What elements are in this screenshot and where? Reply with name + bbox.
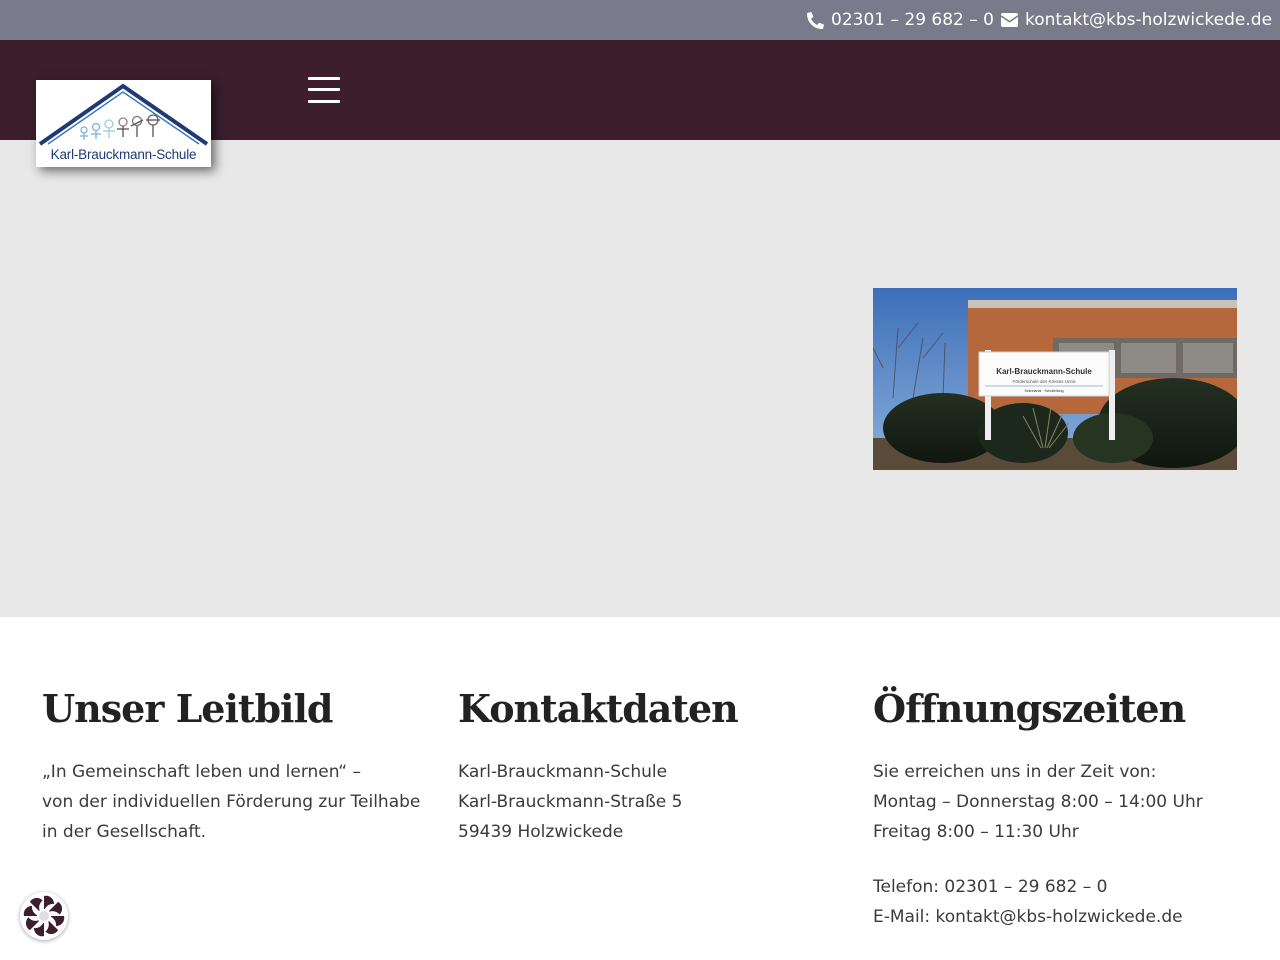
zeiten-email: E-Mail: kontakt@kbs-holzwickede.de [873, 907, 1183, 927]
leitbild-line: von der individuellen Förderung zur Teil… [42, 792, 421, 812]
zeiten-line: Sie erreichen uns in der Zeit von: [873, 762, 1157, 782]
kontakt-address: Karl-Brauckmann-Schule Karl-Brauckmann-S… [458, 757, 682, 847]
kontakt-line: Karl-Brauckmann-Straße 5 [458, 792, 683, 812]
kontakt-heading: Kontaktdaten [458, 686, 739, 731]
sign-subtitle: Förderschule des Kreises Unna [1012, 379, 1076, 384]
school-building-photo: Karl-Brauckmann-Schule Förderschule des … [873, 288, 1237, 470]
envelope-icon [1001, 13, 1018, 27]
cookie-consent-icon [23, 895, 65, 937]
hamburger-menu-icon [308, 77, 340, 80]
hamburger-bar [308, 100, 340, 103]
sign-footer: Sekretariat · Schulleitung [1024, 389, 1063, 393]
zeiten-phone: Telefon: 02301 – 29 682 – 0 [873, 877, 1108, 897]
kontakt-line: 59439 Holzwickede [458, 822, 624, 842]
leitbild-heading: Unser Leitbild [42, 686, 333, 731]
oeffnungszeiten-heading: Öffnungszeiten [873, 686, 1186, 731]
oeffnungszeiten-text: Sie erreichen uns in der Zeit von: Monta… [873, 757, 1203, 932]
hamburger-bar [308, 88, 340, 91]
cookie-settings-button[interactable] [20, 892, 68, 940]
oeffnungszeiten-section: Öffnungszeiten Sie erreichen uns in der … [873, 686, 1253, 927]
leitbild-line: „In Gemeinschaft leben und lernen“ – [42, 762, 362, 782]
email-text: kontakt@kbs-holzwickede.de [1025, 10, 1273, 30]
leitbild-text: „In Gemeinschaft leben und lernen“ – von… [42, 757, 420, 847]
sign-title: Karl-Brauckmann-Schule [996, 367, 1092, 376]
phone-link[interactable]: 02301 – 29 682 – 0 [807, 0, 994, 40]
school-logo[interactable]: Karl-Brauckmann-Schule [36, 80, 211, 167]
email-link[interactable]: kontakt@kbs-holzwickede.de [1001, 0, 1272, 40]
kontakt-line: Karl-Brauckmann-Schule [458, 762, 668, 782]
logo-text: Karl-Brauckmann-Schule [50, 147, 197, 162]
hamburger-menu-button[interactable] [306, 75, 342, 105]
phone-text: 02301 – 29 682 – 0 [831, 10, 994, 30]
zeiten-line: Freitag 8:00 – 11:30 Uhr [873, 822, 1079, 842]
leitbild-line: in der Gesellschaft. [42, 822, 207, 842]
phone-icon [807, 11, 824, 29]
kontakt-section: Kontaktdaten Karl-Brauckmann-Schule Karl… [458, 686, 838, 842]
leitbild-section: Unser Leitbild „In Gemeinschaft leben un… [42, 686, 422, 842]
zeiten-line: Montag – Donnerstag 8:00 – 14:00 Uhr [873, 792, 1203, 812]
top-bar: 02301 – 29 682 – 0 kontakt@kbs-holzwicke… [0, 0, 1280, 40]
